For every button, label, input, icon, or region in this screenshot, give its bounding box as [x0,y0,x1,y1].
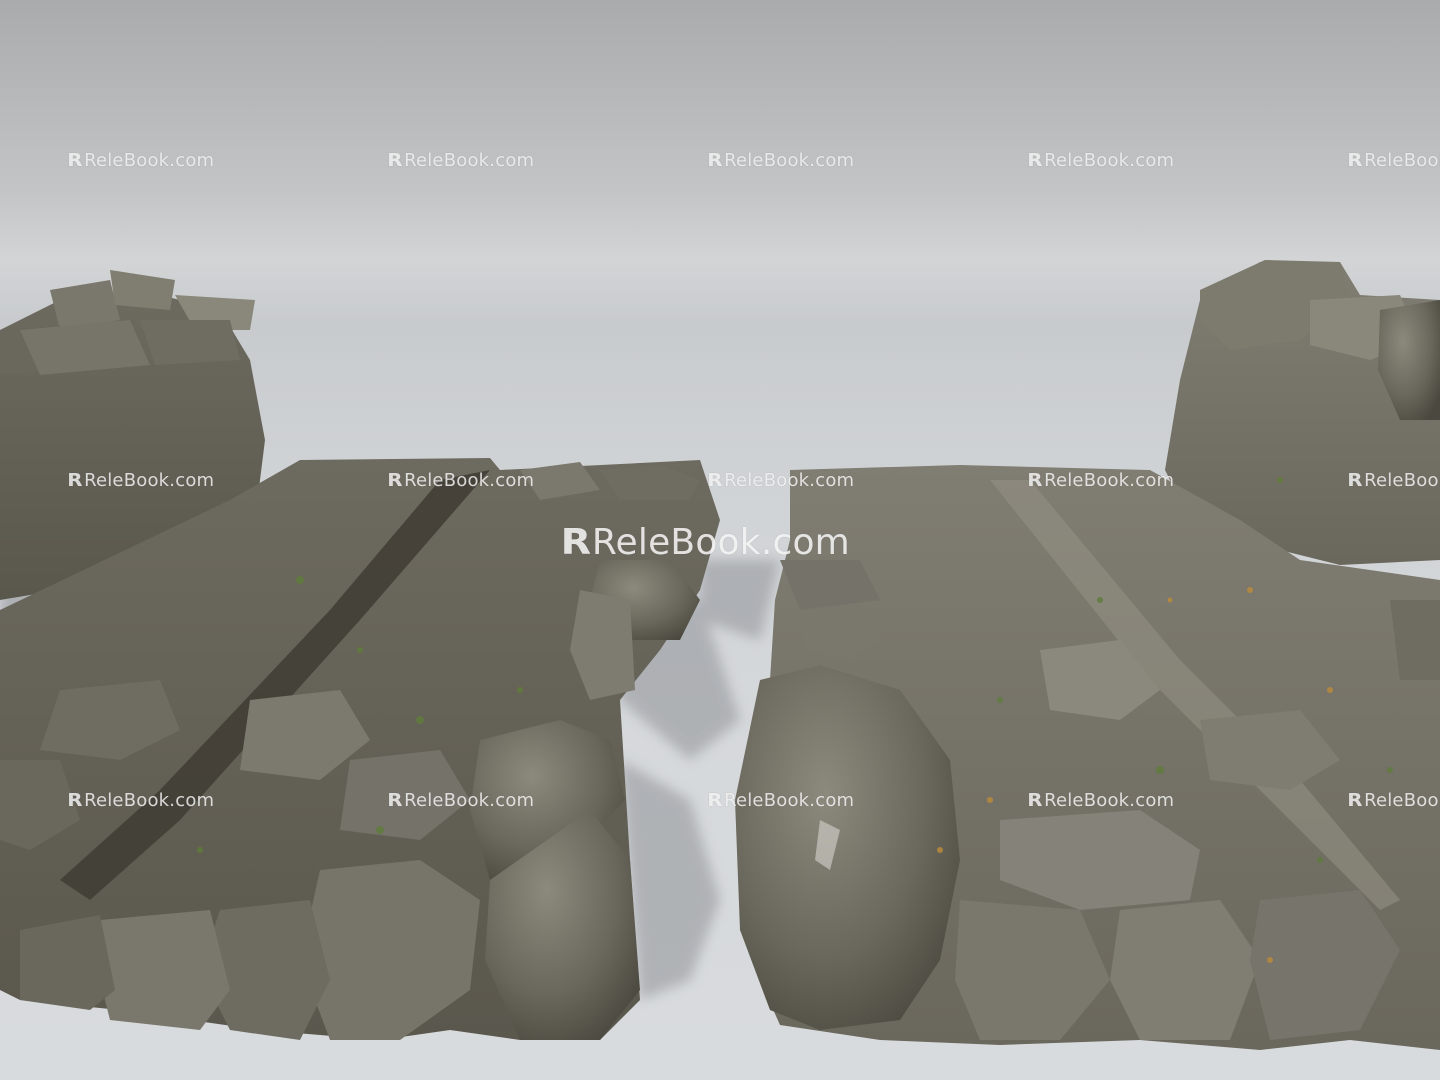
render-scene: RReleBook.com RReleBook.com RReleBook.co… [0,0,1440,1080]
stone-pavement-render [0,260,1440,1050]
